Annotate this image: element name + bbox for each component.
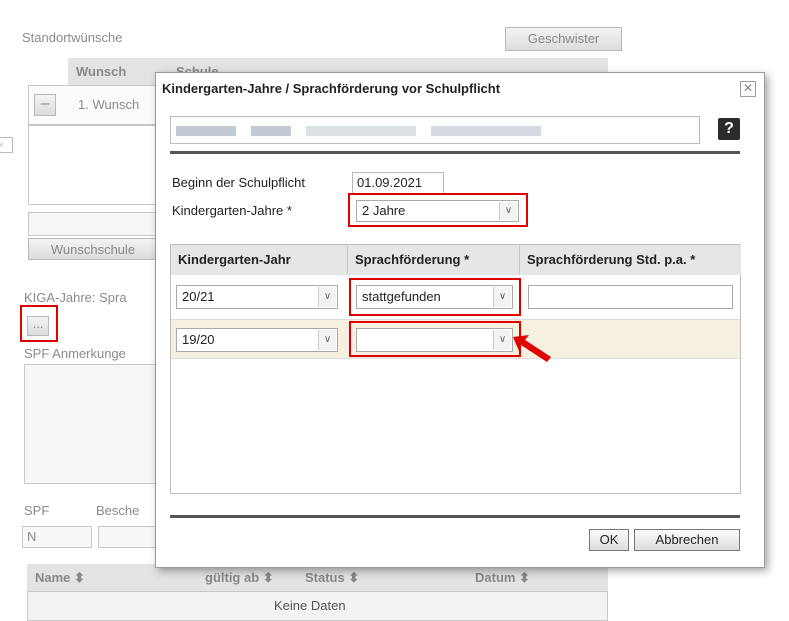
- highlight-ellipsis: [20, 305, 58, 342]
- spf-label: SPF: [24, 503, 50, 518]
- red-arrow-icon: [513, 335, 551, 362]
- student-name-field: [170, 116, 700, 144]
- dialog-title: Kindergarten-Jahre / Sprachförderung vor…: [162, 81, 501, 96]
- keine-daten-label: Keine Daten: [274, 598, 346, 613]
- cancel-button[interactable]: Abbrechen: [634, 529, 740, 551]
- row-wunsch-label: 1. Wunsch: [78, 97, 140, 112]
- help-icon[interactable]: ?: [718, 118, 740, 140]
- blurred-name: [251, 126, 291, 136]
- close-icon[interactable]: ✕: [740, 81, 756, 97]
- col-sprachfoerderung: Sprachförderung *: [348, 245, 520, 275]
- separator-top: [170, 151, 740, 154]
- wunschschule-button[interactable]: Wunschschule: [28, 238, 158, 260]
- highlight-sprachfoerderung-row2: [349, 321, 521, 357]
- stunden-input-row1[interactable]: [528, 285, 733, 309]
- jahr-value: 19/20: [182, 332, 215, 347]
- scroll-left-icon[interactable]: ‹: [0, 137, 13, 153]
- remove-row-button[interactable]: –: [34, 94, 56, 116]
- blurred-name: [306, 126, 416, 136]
- beginn-value: 01.09.2021: [352, 172, 444, 194]
- jahr-select-row2[interactable]: 19/20 ∨: [176, 328, 338, 352]
- jahr-select-row1[interactable]: 20/21 ∨: [176, 285, 338, 309]
- table-row-selected: 19/20 ∨ ∨: [171, 319, 740, 359]
- highlight-sprachfoerderung-row1: [349, 278, 521, 316]
- kiga-label: KIGA-Jahre: Spra: [24, 290, 127, 305]
- col-stunden: Sprachförderung Std. p.a. *: [520, 245, 741, 275]
- col-datum[interactable]: Datum ⬍: [467, 564, 608, 591]
- blurred-name: [431, 126, 541, 136]
- chevron-down-icon[interactable]: ∨: [318, 287, 336, 307]
- table-header-wunsch: Wunsch: [68, 58, 168, 85]
- table-row: 20/21 ∨ stattgefunden ∨: [171, 275, 740, 319]
- kindergarten-grid: Kindergarten-Jahr Sprachförderung * Spra…: [170, 244, 741, 494]
- kindergarten-dialog: Kindergarten-Jahre / Sprachförderung vor…: [155, 72, 765, 568]
- kiga-jahre-label: Kindergarten-Jahre *: [172, 203, 292, 218]
- standort-label: Standortwünsche: [22, 30, 123, 45]
- highlight-kiga-jahre: [348, 193, 528, 227]
- beginn-label: Beginn der Schulpflicht: [172, 175, 305, 190]
- geschwister-button[interactable]: Geschwister: [505, 27, 622, 51]
- ok-button[interactable]: OK: [589, 529, 629, 551]
- col-name[interactable]: Name ⬍: [27, 564, 197, 591]
- col-status[interactable]: Status ⬍: [297, 564, 467, 591]
- separator-bottom: [170, 515, 740, 518]
- col-gueltig-ab[interactable]: gültig ab ⬍: [197, 564, 297, 591]
- besche-label: Besche: [96, 503, 140, 518]
- spf-anmerkung-label: SPF Anmerkunge: [24, 346, 126, 361]
- col-kindergarten-jahr: Kindergarten-Jahr: [171, 245, 348, 275]
- besche-input[interactable]: [98, 526, 158, 548]
- spf-anmerkung-textarea[interactable]: [24, 364, 174, 484]
- chevron-down-icon[interactable]: ∨: [318, 330, 336, 350]
- spf-input[interactable]: N: [22, 526, 92, 548]
- jahr-value: 20/21: [182, 289, 215, 304]
- blurred-name: [176, 126, 236, 136]
